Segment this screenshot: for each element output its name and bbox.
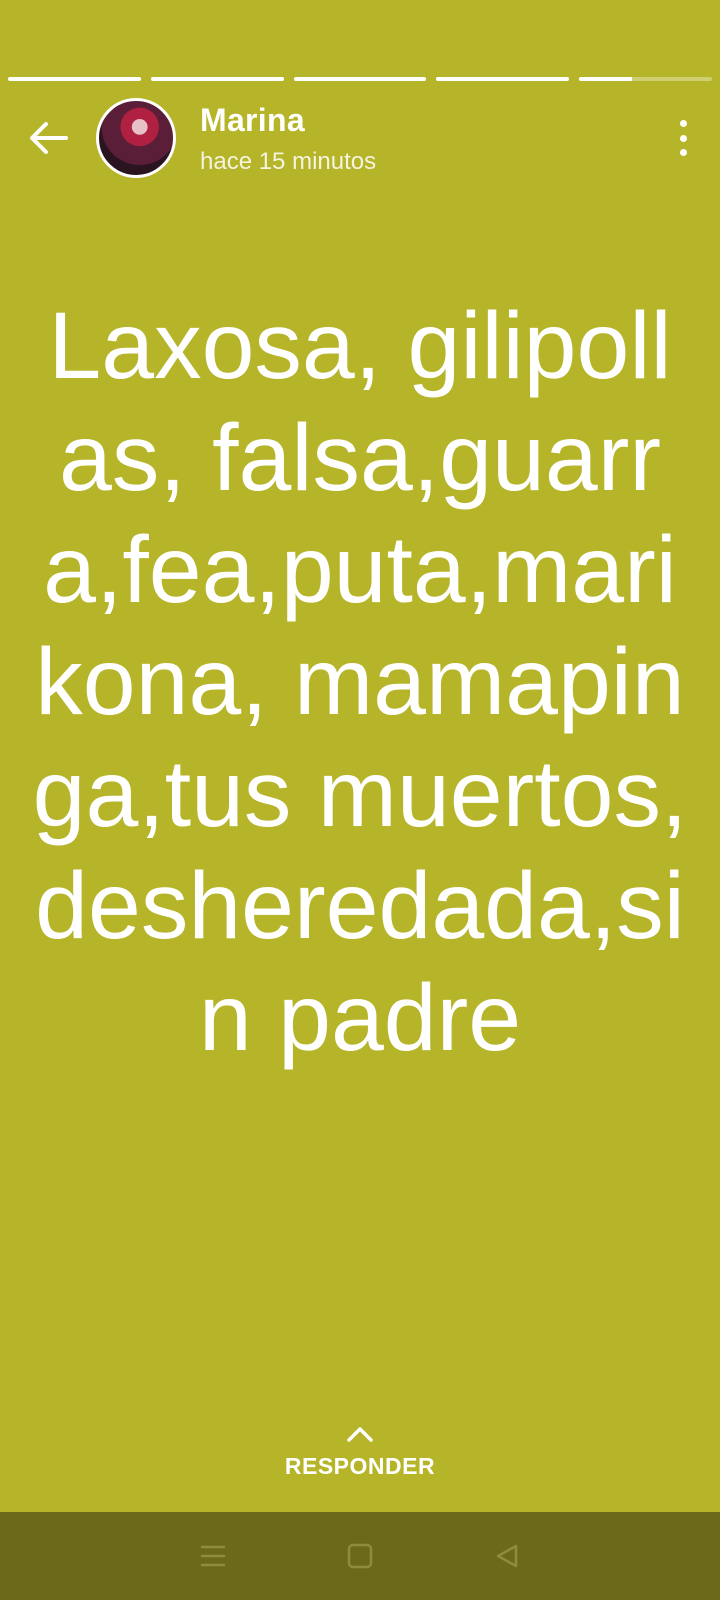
nav-back-button[interactable] [483,1532,531,1580]
progress-segment-1 [8,77,141,81]
square-icon [347,1543,373,1569]
more-vertical-icon [679,120,687,127]
reply-label: RESPONDER [284,1453,436,1479]
system-nav-bar [0,1512,720,1600]
story-text: Laxosa, gilipollas, falsa,guarra,fea,put… [32,293,688,1071]
nav-home-button[interactable] [336,1532,384,1580]
author-name[interactable]: Marina [200,102,305,139]
story-header: Marina hace 15 minutos [0,98,720,178]
nav-menu-button[interactable] [189,1532,237,1580]
progress-segment-5 [579,77,712,81]
progress-segment-3 [293,77,427,81]
triangle-back-icon [496,1544,517,1568]
more-options-button[interactable] [676,120,690,156]
avatar[interactable] [96,98,176,178]
story-progress [8,77,712,81]
chevron-up-icon [347,1427,373,1442]
reply-button[interactable]: RESPONDER [0,1425,720,1480]
progress-segment-2 [150,77,284,81]
menu-icon [201,1545,226,1567]
story-timestamp: hace 15 minutos [200,148,377,175]
arrow-left-icon [30,122,68,154]
progress-segment-4 [436,77,570,81]
back-button[interactable] [24,114,72,162]
